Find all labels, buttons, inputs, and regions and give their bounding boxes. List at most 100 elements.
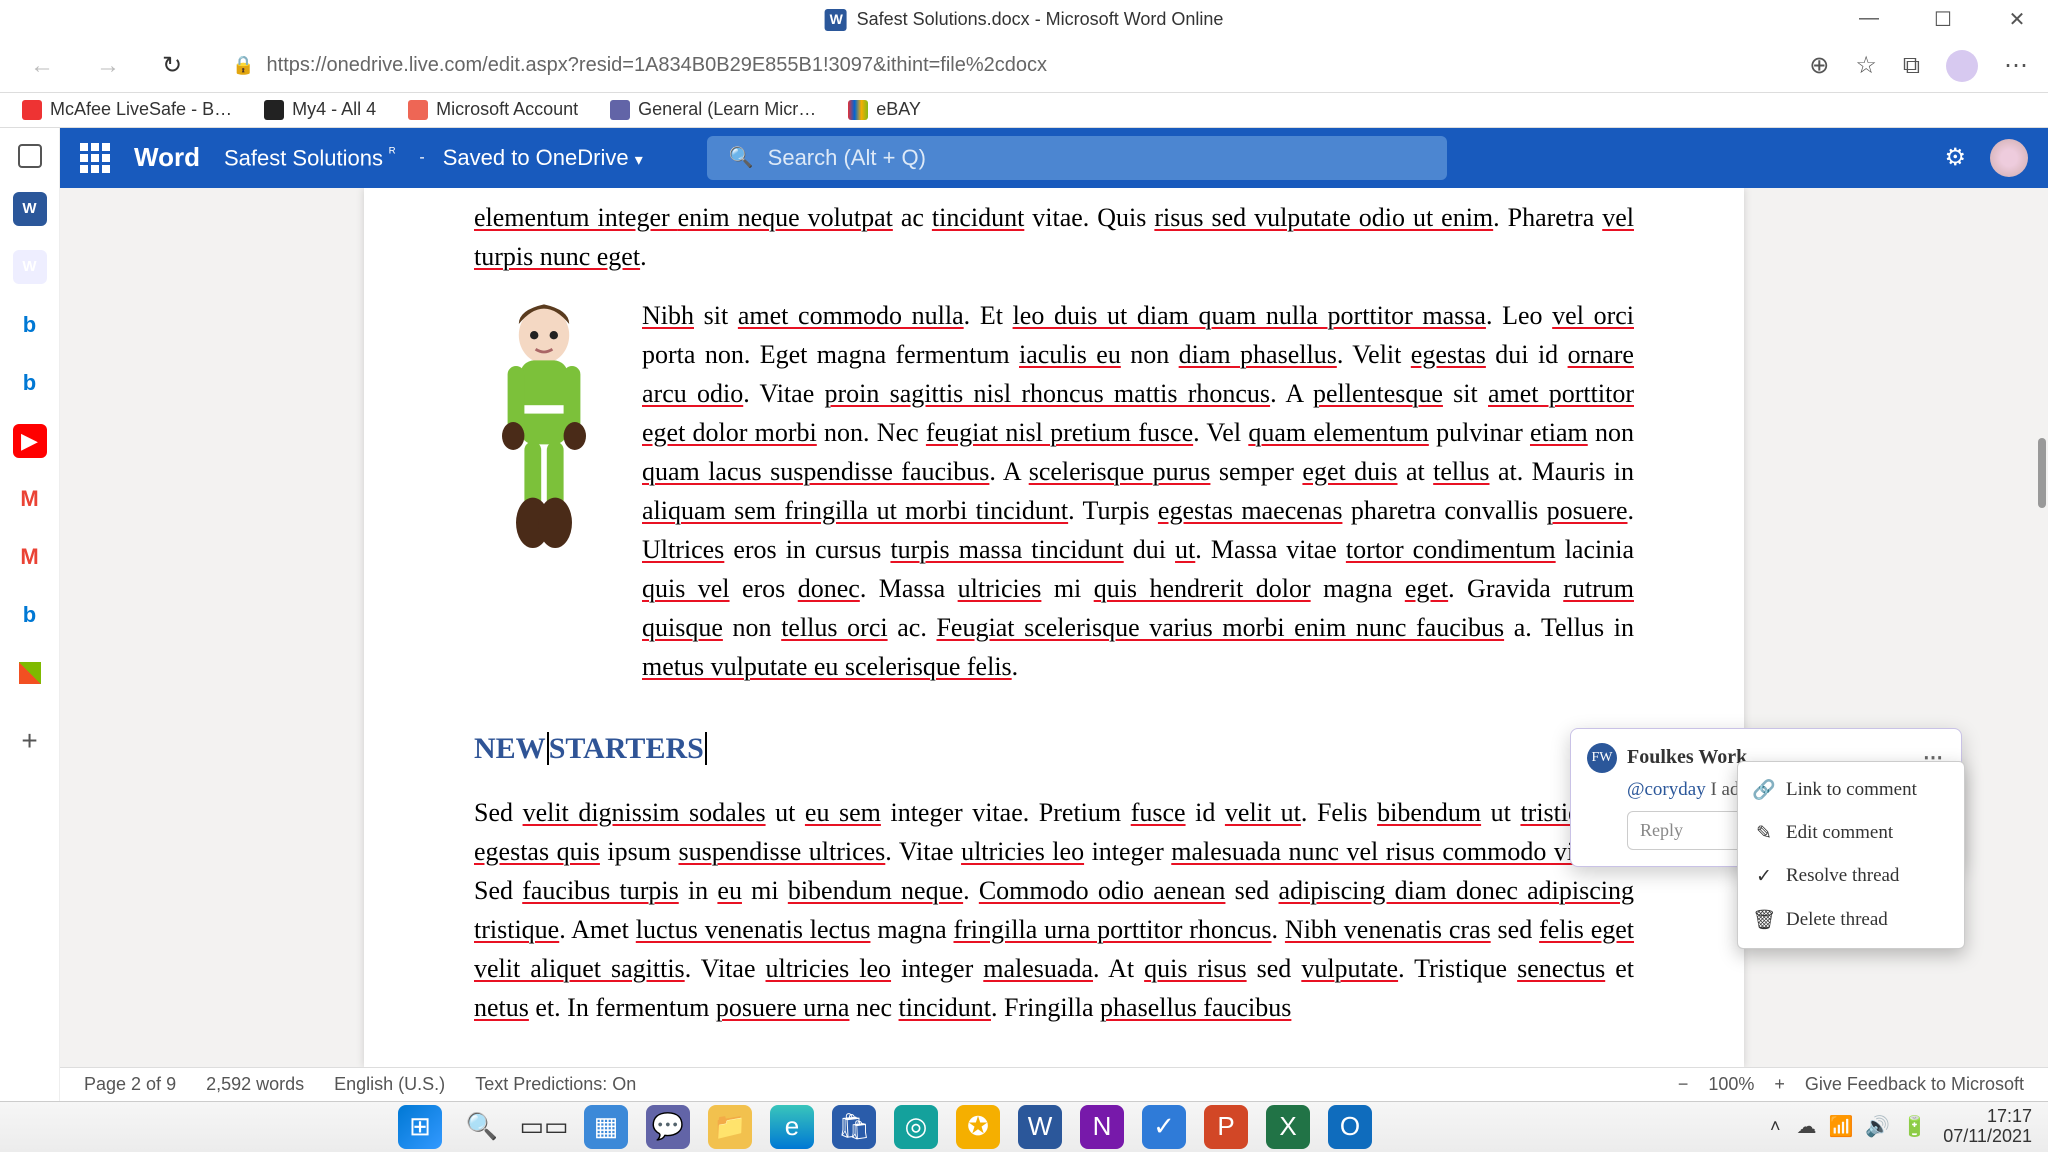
- zoom-level: 100%: [1708, 1074, 1754, 1095]
- taskbar-widgets-icon[interactable]: ▦: [584, 1105, 628, 1149]
- rail-word-active-icon[interactable]: W: [13, 250, 47, 284]
- taskbar-outlook-icon[interactable]: O: [1328, 1105, 1372, 1149]
- menu-delete-thread[interactable]: 🗑Delete thread: [1738, 898, 1964, 942]
- taskbar-explorer-icon[interactable]: 📁: [708, 1105, 752, 1149]
- teams-icon: [610, 100, 630, 120]
- bookmark-mcafee[interactable]: McAfee LiveSafe - B…: [22, 99, 232, 120]
- chevron-down-icon: ▾: [635, 152, 643, 169]
- app-launcher-icon[interactable]: [80, 143, 110, 173]
- bookmark-my4[interactable]: My4 - All 4: [264, 99, 376, 120]
- tray-onedrive-icon[interactable]: ☁: [1797, 1114, 1817, 1139]
- paragraph[interactable]: Nibh sit amet commodo nulla. Et leo duis…: [642, 296, 1634, 686]
- bookmark-label: General (Learn Micr…: [638, 99, 816, 120]
- bookmark-label: eBAY: [876, 99, 921, 120]
- comment-context-menu: 🔗Link to comment ✎Edit comment ✓Resolve …: [1737, 761, 1965, 949]
- nav-refresh[interactable]: ↻: [152, 45, 192, 86]
- taskbar-app-icon[interactable]: ✪: [956, 1105, 1000, 1149]
- rail-bing-icon[interactable]: b: [13, 598, 47, 632]
- bookmark-label: Microsoft Account: [436, 99, 578, 120]
- nav-back[interactable]: ←: [20, 46, 64, 86]
- bookmark-label: McAfee LiveSafe - B…: [50, 99, 232, 120]
- ms-icon: [408, 100, 428, 120]
- zoom-out[interactable]: −: [1678, 1074, 1689, 1095]
- save-status[interactable]: Saved to OneDrive ▾: [443, 145, 643, 171]
- favorite-icon[interactable]: ☆: [1855, 51, 1877, 80]
- link-icon: 🔗: [1754, 778, 1774, 802]
- feedback-link[interactable]: Give Feedback to Microsoft: [1805, 1074, 2024, 1095]
- menu-edit-comment[interactable]: ✎Edit comment: [1738, 812, 1964, 855]
- menu-link-comment[interactable]: 🔗Link to comment: [1738, 768, 1964, 812]
- character-image: [474, 296, 614, 576]
- lock-icon: 🔒: [232, 55, 254, 76]
- window-title: Safest Solutions.docx - Microsoft Word O…: [857, 9, 1224, 30]
- bookmark-ms-account[interactable]: Microsoft Account: [408, 99, 578, 120]
- document-page[interactable]: elementum integer enim neque volutpat ac…: [364, 188, 1744, 1067]
- taskbar-search-icon[interactable]: 🔍: [460, 1105, 504, 1149]
- bookmark-label: My4 - All 4: [292, 99, 376, 120]
- profile-icon[interactable]: [1946, 50, 1978, 82]
- settings-icon[interactable]: ⚙: [1944, 143, 1966, 172]
- tray-battery-icon[interactable]: 🔋: [1902, 1114, 1927, 1139]
- rail-word-icon[interactable]: W: [13, 192, 47, 226]
- rail-youtube-icon[interactable]: ▶: [13, 424, 47, 458]
- pencil-icon: ✎: [1754, 822, 1774, 845]
- status-page[interactable]: Page 2 of 9: [84, 1074, 176, 1095]
- rail-add-icon[interactable]: +: [13, 724, 47, 758]
- bookmark-ebay[interactable]: eBAY: [848, 99, 921, 120]
- taskbar-chat-icon[interactable]: 💬: [646, 1105, 690, 1149]
- taskbar-store-icon[interactable]: 🛍: [832, 1105, 876, 1149]
- paragraph[interactable]: elementum integer enim neque volutpat ac…: [474, 198, 1634, 276]
- search-icon: 🔍: [729, 145, 754, 170]
- window-close[interactable]: ✕: [1994, 7, 2040, 32]
- scrollbar-thumb[interactable]: [2038, 438, 2046, 508]
- user-avatar[interactable]: [1990, 139, 2028, 177]
- read-aloud-icon[interactable]: ⊕: [1809, 51, 1829, 80]
- rail-tab-icon[interactable]: [18, 144, 42, 168]
- address-bar[interactable]: 🔒 https://onedrive.live.com/edit.aspx?re…: [214, 44, 1787, 88]
- window-minimize[interactable]: —: [1846, 7, 1892, 32]
- collections-icon[interactable]: ⧉: [1903, 52, 1920, 80]
- zoom-in[interactable]: +: [1774, 1074, 1785, 1095]
- mcafee-icon: [22, 100, 42, 120]
- rail-gmail-icon[interactable]: M: [13, 540, 47, 574]
- taskbar-taskview-icon[interactable]: ▭▭: [522, 1105, 566, 1149]
- comment-avatar: FW: [1587, 743, 1617, 773]
- all4-icon: [264, 100, 284, 120]
- window-maximize[interactable]: ☐: [1920, 7, 1966, 32]
- heading-new-starters[interactable]: NEWSTARTERS: [474, 726, 707, 771]
- bookmark-teams[interactable]: General (Learn Micr…: [610, 99, 816, 120]
- rail-bing-icon[interactable]: b: [13, 308, 47, 342]
- taskbar-onenote-icon[interactable]: N: [1080, 1105, 1124, 1149]
- rail-microsoft-icon[interactable]: [13, 656, 47, 690]
- tray-clock[interactable]: 17:17 07/11/2021: [1943, 1107, 2032, 1147]
- taskbar-powerpoint-icon[interactable]: P: [1204, 1105, 1248, 1149]
- taskbar-start[interactable]: ⊞: [398, 1105, 442, 1149]
- word-brand[interactable]: Word: [134, 142, 200, 173]
- tray-wifi-icon[interactable]: 📶: [1829, 1114, 1854, 1139]
- taskbar-excel-icon[interactable]: X: [1266, 1105, 1310, 1149]
- check-icon: ✓: [1754, 865, 1774, 888]
- status-text-predictions[interactable]: Text Predictions: On: [475, 1074, 636, 1095]
- search-input[interactable]: 🔍 Search (Alt + Q): [707, 136, 1447, 180]
- taskbar-edge-icon[interactable]: e: [770, 1105, 814, 1149]
- comment-card: FW Foulkes Work ⋯ @coryday I add your an…: [1570, 728, 1962, 867]
- more-icon[interactable]: ⋯: [2004, 51, 2028, 80]
- rail-gmail-icon[interactable]: M: [13, 482, 47, 516]
- title-separator: -: [419, 149, 424, 167]
- document-title[interactable]: Safest Solutions ᴿ: [224, 144, 395, 171]
- paragraph[interactable]: Sed velit dignissim sodales ut eu sem in…: [474, 793, 1634, 1027]
- taskbar-app-icon[interactable]: ◎: [894, 1105, 938, 1149]
- taskbar-todo-icon[interactable]: ✓: [1142, 1105, 1186, 1149]
- tray-chevron-icon[interactable]: ˄: [1770, 1116, 1781, 1137]
- nav-forward[interactable]: →: [86, 46, 130, 86]
- trash-icon: 🗑: [1754, 908, 1774, 932]
- search-placeholder: Search (Alt + Q): [768, 145, 926, 171]
- rail-bing-icon[interactable]: b: [13, 366, 47, 400]
- status-word-count[interactable]: 2,592 words: [206, 1074, 304, 1095]
- edge-sidebar: W W b b ▶ M M b +: [0, 128, 60, 1101]
- taskbar-word-icon[interactable]: W: [1018, 1105, 1062, 1149]
- status-language[interactable]: English (U.S.): [334, 1074, 445, 1095]
- tray-volume-icon[interactable]: 🔊: [1865, 1114, 1890, 1139]
- scrollbar[interactable]: [2034, 188, 2048, 1067]
- menu-resolve-thread[interactable]: ✓Resolve thread: [1738, 855, 1964, 898]
